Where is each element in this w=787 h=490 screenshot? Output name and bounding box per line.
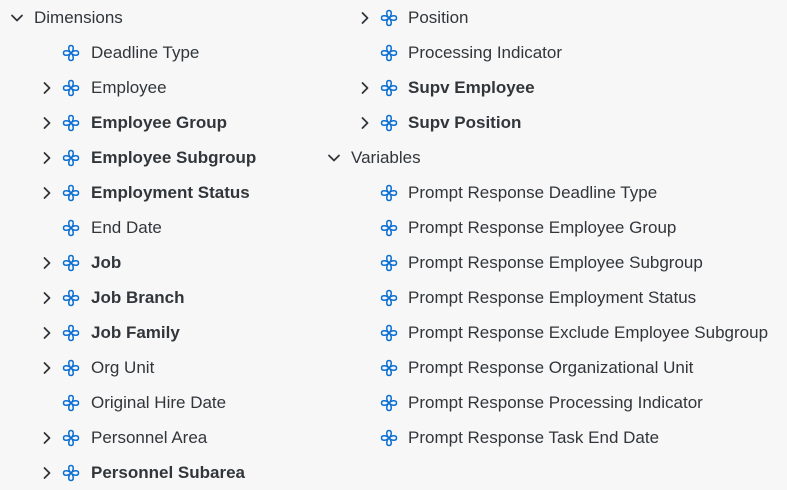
dimension-icon — [61, 183, 81, 203]
tree-node-label: Employment Status — [91, 182, 250, 202]
chevron-right-icon[interactable] — [358, 116, 372, 130]
tree-node-label: Prompt Response Employee Subgroup — [408, 252, 703, 272]
chevron-right-icon[interactable] — [40, 81, 54, 95]
dimension-icon — [379, 288, 399, 308]
tree-node-label: Employee Group — [91, 112, 228, 132]
section-label: Variables — [351, 147, 421, 167]
chevron-right-icon[interactable] — [40, 361, 54, 375]
dimension-icon — [61, 358, 81, 378]
chevron-right-icon[interactable] — [40, 326, 54, 340]
dimension-icon — [379, 428, 399, 448]
dimension-icon — [379, 8, 399, 28]
chevron-right-icon[interactable] — [40, 116, 54, 130]
dimension-icon — [61, 288, 81, 308]
dimension-icon — [61, 113, 81, 133]
section-label: Dimensions — [34, 7, 123, 27]
dimension-icon — [61, 253, 81, 273]
tree-node-label: Prompt Response Deadline Type — [408, 182, 658, 202]
tree-node-label: Personnel Subarea — [91, 462, 246, 482]
dimension-icon — [379, 393, 399, 413]
tree-node-label: End Date — [91, 217, 162, 237]
tree-node-label: Prompt Response Organizational Unit — [408, 357, 694, 377]
tree-node-label: Job Branch — [91, 287, 185, 307]
tree-node-label: Prompt Response Processing Indicator — [408, 392, 703, 412]
tree-node-label: Position — [408, 7, 469, 27]
dimension-icon — [379, 183, 399, 203]
dimension-icon — [61, 428, 81, 448]
chevron-right-icon[interactable] — [40, 466, 54, 480]
chevron-right-icon[interactable] — [40, 256, 54, 270]
dimension-icon — [61, 393, 81, 413]
tree-node-label: Prompt Response Employee Group — [408, 217, 677, 237]
tree-node-label: Supv Position — [408, 112, 522, 132]
dimension-icon — [61, 463, 81, 483]
chevron-down-icon[interactable] — [327, 151, 341, 165]
tree-node-label: Original Hire Date — [91, 392, 227, 412]
dimension-icon — [379, 253, 399, 273]
tree-node-label: Supv Employee — [408, 77, 535, 97]
dimension-icon — [61, 78, 81, 98]
tree-node-label: Org Unit — [91, 357, 155, 377]
dimension-icon — [61, 323, 81, 343]
tree-node-label: Prompt Response Exclude Employee Subgrou… — [408, 322, 769, 342]
tree-node-label: Job Family — [91, 322, 180, 342]
dimension-icon — [379, 358, 399, 378]
dimension-icon — [379, 218, 399, 238]
dimension-icon — [61, 148, 81, 168]
chevron-right-icon[interactable] — [358, 81, 372, 95]
tree-node-label: Personnel Area — [91, 427, 208, 447]
chevron-right-icon[interactable] — [40, 291, 54, 305]
tree-node-label: Job — [91, 252, 122, 272]
tree-node-label: Prompt Response Employment Status — [408, 287, 697, 307]
dimension-icon — [61, 218, 81, 238]
chevron-down-icon[interactable] — [10, 11, 24, 25]
dimension-icon — [379, 113, 399, 133]
tree-node-label: Employee — [91, 77, 167, 97]
dimension-icon — [379, 43, 399, 63]
tree-node-label: Employee Subgroup — [91, 147, 257, 167]
chevron-right-icon[interactable] — [40, 186, 54, 200]
tree-node-label: Prompt Response Task End Date — [408, 427, 660, 447]
tree-node-label: Deadline Type — [91, 42, 200, 62]
chevron-right-icon[interactable] — [40, 151, 54, 165]
dimension-icon — [379, 78, 399, 98]
dimension-icon — [61, 43, 81, 63]
dimension-icon — [379, 323, 399, 343]
tree-node-label: Processing Indicator — [408, 42, 563, 62]
chevron-right-icon[interactable] — [40, 431, 54, 445]
chevron-right-icon[interactable] — [358, 11, 372, 25]
